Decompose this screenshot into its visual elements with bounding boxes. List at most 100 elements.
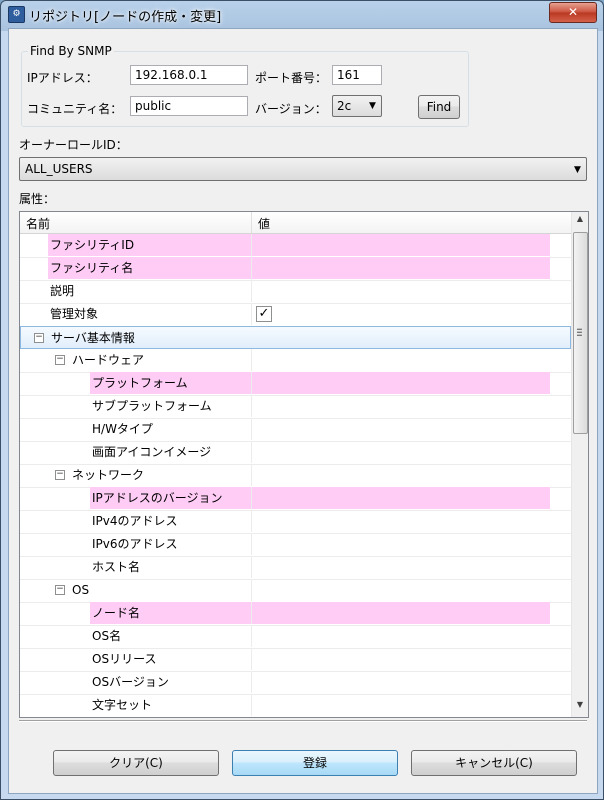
row-name: IPv4のアドレス bbox=[92, 514, 178, 528]
tree-group-row[interactable]: − ネットワーク bbox=[20, 464, 571, 488]
row-name: 文字セット bbox=[92, 698, 153, 712]
table-row[interactable]: ファシリティ名 bbox=[20, 257, 571, 281]
row-name: OS bbox=[72, 583, 90, 597]
row-name: H/Wタイプ bbox=[92, 422, 153, 436]
version-select[interactable]: 2c ▼ bbox=[332, 95, 382, 117]
table-row[interactable]: サブプラットフォーム bbox=[20, 395, 571, 419]
app-icon: ⚙ bbox=[8, 6, 25, 23]
clear-button[interactable]: クリア(C) bbox=[53, 750, 219, 776]
row-value[interactable] bbox=[252, 418, 550, 440]
row-value[interactable] bbox=[252, 602, 550, 624]
table-row[interactable]: H/Wタイプ bbox=[20, 418, 571, 442]
tree-group-row[interactable]: − ハードウェア bbox=[20, 349, 571, 373]
table-row[interactable]: IPv6のアドレス bbox=[20, 533, 571, 557]
row-name: プラットフォーム bbox=[90, 372, 251, 394]
collapse-icon[interactable]: − bbox=[55, 585, 65, 595]
row-name: ノード名 bbox=[90, 602, 251, 624]
tree-group-row[interactable]: − サーバ基本情報 bbox=[20, 326, 571, 349]
chevron-down-icon: ▼ bbox=[574, 165, 581, 175]
table-row[interactable]: ホスト名 bbox=[20, 556, 571, 580]
column-header-name[interactable]: 名前 bbox=[26, 215, 50, 232]
table-row[interactable]: IPアドレスのバージョン bbox=[20, 487, 571, 511]
row-name: ハードウェア bbox=[72, 353, 145, 367]
table-row[interactable]: OSリリース bbox=[20, 648, 571, 672]
dialog-window: ⚙ リポジトリ[ノードの作成・変更] ✕ Find By SNMP IPアドレス… bbox=[0, 0, 604, 800]
window-title: リポジトリ[ノードの作成・変更] bbox=[29, 10, 222, 25]
owner-role-value: ALL_USERS bbox=[25, 162, 93, 176]
row-value[interactable] bbox=[252, 303, 550, 325]
vertical-scrollbar[interactable]: ▲ ━ ━ ━ ▼ bbox=[571, 212, 588, 717]
row-name: OSバージョン bbox=[92, 675, 169, 689]
row-name: 説明 bbox=[50, 284, 75, 298]
dialog-body: Find By SNMP IPアドレス： 192.168.0.1 ポート番号： … bbox=[8, 28, 598, 794]
ip-label: IPアドレス： bbox=[27, 71, 98, 85]
row-value[interactable] bbox=[252, 395, 550, 417]
port-label: ポート番号： bbox=[255, 71, 328, 85]
table-row[interactable]: OS名 bbox=[20, 625, 571, 649]
table-row[interactable]: 管理対象 ✓ bbox=[20, 303, 571, 327]
row-value[interactable] bbox=[252, 579, 550, 601]
row-value[interactable] bbox=[252, 257, 550, 279]
table-header: 名前 値 bbox=[20, 212, 571, 234]
row-value[interactable] bbox=[252, 464, 550, 486]
table-row[interactable]: 画面アイコンイメージ bbox=[20, 441, 571, 465]
row-name: ファシリティID bbox=[48, 234, 251, 256]
managed-checkbox[interactable]: ✓ bbox=[256, 306, 272, 322]
table-row[interactable]: プラットフォーム bbox=[20, 372, 571, 396]
register-button[interactable]: 登録 bbox=[232, 750, 398, 776]
snmp-group-title: Find By SNMP bbox=[28, 44, 114, 58]
row-value[interactable] bbox=[252, 694, 550, 716]
row-name: 管理対象 bbox=[50, 307, 99, 321]
ip-address-input[interactable]: 192.168.0.1 bbox=[130, 65, 248, 85]
table-row[interactable]: 説明 bbox=[20, 280, 571, 304]
cancel-button[interactable]: キャンセル(C) bbox=[411, 750, 577, 776]
row-value[interactable] bbox=[252, 349, 550, 371]
scroll-up-icon[interactable]: ▲ bbox=[574, 214, 586, 228]
row-name: ホスト名 bbox=[92, 560, 141, 574]
version-value: 2c bbox=[337, 99, 352, 113]
community-input[interactable]: public bbox=[130, 96, 248, 116]
community-label: コミュニティ名： bbox=[27, 102, 123, 116]
table-row[interactable]: IPv4のアドレス bbox=[20, 510, 571, 534]
tree-group-row[interactable]: − OS bbox=[20, 579, 571, 603]
row-value[interactable] bbox=[252, 533, 550, 555]
title-bar[interactable]: ⚙ リポジトリ[ノードの作成・変更] ✕ bbox=[1, 1, 603, 27]
owner-role-select[interactable]: ALL_USERS ▼ bbox=[19, 157, 587, 181]
row-value[interactable] bbox=[252, 648, 550, 670]
footer-divider bbox=[19, 720, 587, 722]
collapse-icon[interactable]: − bbox=[55, 470, 65, 480]
row-name: ネットワーク bbox=[72, 468, 145, 482]
row-value[interactable] bbox=[252, 441, 550, 463]
row-value[interactable] bbox=[253, 327, 551, 349]
collapse-icon[interactable]: − bbox=[55, 355, 65, 365]
row-value[interactable] bbox=[252, 280, 550, 302]
collapse-icon[interactable]: − bbox=[34, 333, 44, 343]
grip-icon: ━ ━ ━ bbox=[577, 325, 582, 340]
attributes-tree-table[interactable]: 名前 値 ファシリティID ファシリティ名 説明 管理対象 ✓ − サーバ基本情報 − ハードウ… bbox=[19, 211, 589, 718]
scrollbar-thumb[interactable]: ━ ━ ━ bbox=[573, 232, 588, 434]
table-row[interactable]: 文字セット bbox=[20, 694, 571, 717]
row-value[interactable] bbox=[252, 671, 550, 693]
row-name: OSリリース bbox=[92, 652, 157, 666]
row-value[interactable] bbox=[252, 487, 550, 509]
row-value[interactable] bbox=[252, 234, 550, 256]
row-value[interactable] bbox=[252, 510, 550, 532]
table-row[interactable]: ファシリティID bbox=[20, 234, 571, 258]
row-name: サブプラットフォーム bbox=[92, 399, 212, 413]
row-name: IPアドレスのバージョン bbox=[90, 487, 251, 509]
attributes-label: 属性： bbox=[19, 192, 56, 206]
row-name: OS名 bbox=[92, 629, 122, 643]
table-row[interactable]: OSバージョン bbox=[20, 671, 571, 695]
row-name: IPv6のアドレス bbox=[92, 537, 178, 551]
chevron-down-icon: ▼ bbox=[369, 101, 376, 111]
close-button[interactable]: ✕ bbox=[549, 2, 597, 23]
row-value[interactable] bbox=[252, 625, 550, 647]
row-value[interactable] bbox=[252, 372, 550, 394]
table-row[interactable]: ノード名 bbox=[20, 602, 571, 626]
owner-role-label: オーナーロールID： bbox=[19, 138, 128, 152]
find-button[interactable]: Find bbox=[418, 95, 460, 119]
row-value[interactable] bbox=[252, 556, 550, 578]
column-header-value[interactable]: 値 bbox=[258, 215, 270, 232]
port-input[interactable]: 161 bbox=[332, 65, 382, 85]
scroll-down-icon[interactable]: ▼ bbox=[574, 700, 586, 714]
